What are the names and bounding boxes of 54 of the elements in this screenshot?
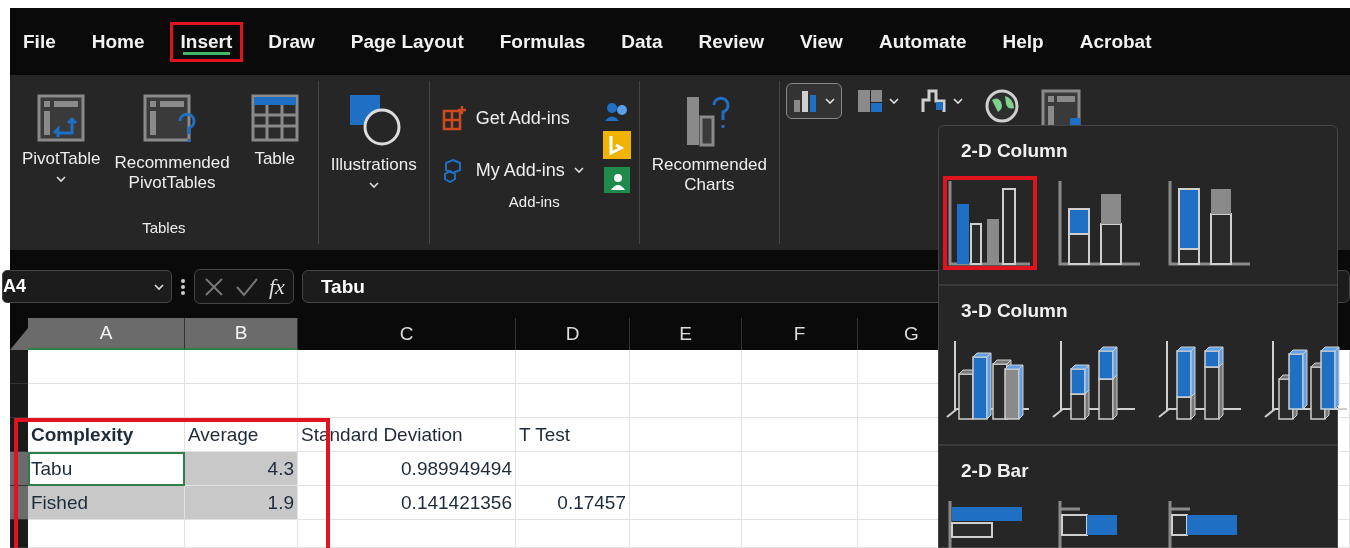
people-graph-icon[interactable] <box>603 167 630 193</box>
table-icon <box>249 93 300 143</box>
ribbon-button[interactable]: Table <box>239 91 310 219</box>
globe-icon <box>984 88 1021 124</box>
menu-tab[interactable]: Home <box>80 21 156 62</box>
ribbon-button[interactable]: My Add-ins <box>437 153 589 187</box>
section-title: 2-D Bar <box>960 460 1030 482</box>
menu-tab[interactable]: View <box>788 21 854 62</box>
clustered-3d-column-chart-icon <box>946 340 1030 420</box>
table-cell: 1.9 <box>185 486 298 520</box>
drag-handle-icon[interactable] <box>180 276 186 297</box>
menu-tab[interactable]: Data <box>610 21 674 62</box>
menu-tab[interactable]: Help <box>991 21 1055 62</box>
table-cell: T Test <box>516 418 630 452</box>
pivot-table-icon <box>36 93 87 143</box>
stacked-percent-3d-column-chart-icon <box>1158 340 1242 420</box>
column-header[interactable]: B <box>185 318 298 350</box>
stacked-column-chart-icon <box>1058 181 1140 266</box>
people-icon[interactable] <box>603 101 630 123</box>
group-label: Add-ins <box>507 193 561 210</box>
ribbon-button[interactable]: Illustrations <box>326 91 421 236</box>
insert-function-label[interactable]: fx <box>269 273 285 300</box>
grid-plus-icon <box>441 105 468 131</box>
chart-type-button[interactable] <box>786 83 843 119</box>
table-cell: 0.989949494 <box>298 452 516 486</box>
name-box[interactable]: A4 <box>2 270 172 303</box>
group-label: Tables <box>141 219 187 236</box>
ribbon-button[interactable]: Recommended PivotTables <box>110 91 234 219</box>
menu-tab[interactable]: Page Layout <box>339 21 475 62</box>
table-cell: Fished <box>28 486 185 520</box>
table-cell: 4.3 <box>185 452 298 486</box>
menu-tab[interactable]: Insert <box>169 21 244 62</box>
ribbon-button[interactable]: Recommended Charts <box>647 91 772 236</box>
stacked-percent-column-chart-icon <box>1168 181 1250 266</box>
waterfall-chart-icon <box>920 88 949 114</box>
table-cell: 0.141421356 <box>298 486 516 520</box>
menu-tab[interactable]: Review <box>687 21 775 62</box>
bing-icon[interactable] <box>602 131 631 159</box>
menu-tab[interactable]: Draw <box>257 21 326 62</box>
menu-tab[interactable]: File <box>12 21 67 62</box>
menu-tab[interactable]: Automate <box>867 21 978 62</box>
chevron-icon <box>153 282 165 291</box>
cancel-icon[interactable] <box>203 275 225 298</box>
section-title: 2-D Column <box>960 140 1069 162</box>
stacked-3d-column-chart-icon <box>1052 340 1136 420</box>
chart-option[interactable] <box>943 176 1037 270</box>
ribbon-button[interactable]: Get Add-ins <box>437 101 589 135</box>
menu-tab[interactable]: Acrobat <box>1068 21 1163 62</box>
table-cell: 0.17457 <box>516 486 630 520</box>
table-cell: Tabu <box>28 452 185 486</box>
clustered-column-chart-icon <box>948 181 1030 266</box>
menu-tab[interactable]: Formulas <box>488 21 597 62</box>
ribbon-button[interactable]: PivotTable <box>18 91 105 219</box>
treemap-icon <box>856 88 885 114</box>
